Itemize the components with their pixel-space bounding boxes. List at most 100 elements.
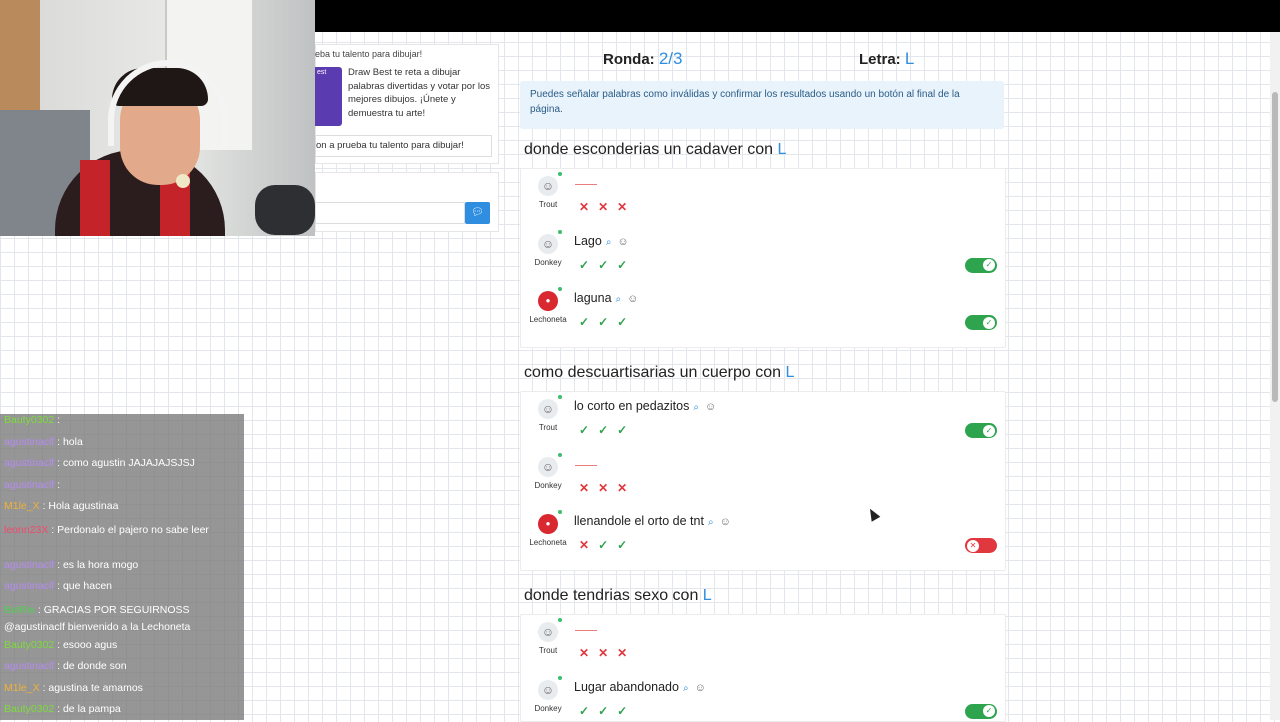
empty-answer <box>575 184 597 185</box>
chat-message: leonn23X : Perdonalo el pajero no sabe l… <box>4 522 240 539</box>
check-icon: ✓ <box>983 259 995 271</box>
smile-icon[interactable]: ☺ <box>617 236 628 248</box>
x-icon: ✕ <box>617 200 637 214</box>
question-letter: L <box>773 141 787 158</box>
answer-row: llenandole el orto de tnt ⌕ ☺ <box>574 514 731 528</box>
chat-message: agustinaclf : que hacen <box>4 580 112 592</box>
stream-chat-log: Bauty0302 : agustinaclf : hola agustinaclf… <box>0 414 244 720</box>
validity-toggle[interactable]: ✓ <box>965 423 997 438</box>
chat-message: Bauty0302 : esooo agus <box>4 639 117 651</box>
player-info: ☺ Trout <box>526 172 570 209</box>
x-icon: ✕ <box>579 480 599 495</box>
check-icon: ✓ <box>983 316 995 329</box>
scrollbar[interactable] <box>1270 32 1280 720</box>
scrollbar-thumb[interactable] <box>1272 92 1278 402</box>
chat-username[interactable]: agustinaclf <box>4 580 54 592</box>
validity-toggle[interactable]: ✓ <box>965 257 997 273</box>
online-indicator <box>558 395 562 399</box>
chat-message: M1le_X : Hola agustinaa <box>4 500 118 512</box>
search-icon[interactable]: ⌕ <box>693 402 699 413</box>
chat-username[interactable]: agustinaclf <box>4 457 54 469</box>
chat-username[interactable]: M1le_X <box>4 500 40 512</box>
smile-icon[interactable]: ☺ <box>705 401 716 413</box>
chat-username[interactable]: BotRix <box>4 604 35 616</box>
online-indicator <box>558 675 562 680</box>
check-icon: ✓ <box>983 424 995 437</box>
check-icon: ✓ <box>579 423 599 437</box>
chat-message-text: : como agustin JAJAJAJSJSJ <box>54 457 195 469</box>
vote-marks: ✓✓✓ <box>579 315 636 329</box>
x-icon: ✕ <box>617 480 637 495</box>
send-button[interactable]: 💬︎ <box>465 202 490 224</box>
x-icon: ✕ <box>598 200 618 214</box>
chat-username[interactable]: Bauty0302 <box>4 639 54 651</box>
headphones-icon <box>255 185 315 235</box>
chat-message-text: : <box>54 478 61 491</box>
chat-username[interactable]: agustinaclf <box>4 436 54 448</box>
online-indicator <box>558 287 562 291</box>
smile-icon[interactable]: ☺ <box>627 293 638 305</box>
round-indicator: Ronda: 2/3 <box>603 49 682 69</box>
online-indicator <box>558 510 562 514</box>
empty-answer <box>575 464 597 466</box>
x-icon: ✕ <box>617 646 637 660</box>
chat-username[interactable]: Bauty0302 <box>4 703 54 715</box>
validity-toggle[interactable]: ✓ <box>965 703 997 719</box>
chat-message-text: : Perdonalo el pajero no sabe leer <box>48 523 209 536</box>
player-info: ☺ Trout <box>526 395 570 432</box>
promo-button[interactable]: on a prueba tu talento para dibujar! <box>315 135 492 157</box>
answer-text: llenandole el orto de tnt <box>574 514 704 528</box>
chat-username[interactable]: agustinaclf <box>4 479 54 491</box>
promo-image-label: est <box>317 69 327 76</box>
online-indicator <box>558 618 562 622</box>
smile-icon[interactable]: ☺ <box>720 516 731 528</box>
chat-message: agustinaclf : de donde son <box>4 660 127 672</box>
user-icon: ● <box>538 287 562 311</box>
chat-message-text: : agustina te amamos <box>39 681 143 694</box>
chat-username[interactable]: M1le_X <box>4 682 40 694</box>
chat-message-text: : esooo agus <box>54 638 118 651</box>
question-letter: L <box>781 364 795 381</box>
promo-image[interactable]: est <box>315 67 342 126</box>
online-indicator <box>558 172 562 176</box>
answer-text: laguna <box>574 291 612 305</box>
send-icon: 💬︎ <box>471 207 484 218</box>
letter-value: L <box>904 49 915 68</box>
chat-username[interactable]: leonn23X <box>4 524 48 536</box>
validity-toggle[interactable]: ✕ <box>965 538 997 553</box>
validity-toggle[interactable]: ✓ <box>965 315 997 330</box>
answer-row: laguna ⌕ ☺ <box>574 291 638 305</box>
chat-message: BotRix : GRACIAS POR SEGUIRNOSS @agustin… <box>4 602 240 636</box>
chat-username[interactable]: Bauty0302 <box>4 414 54 426</box>
chat-username[interactable]: agustinaclf <box>4 660 54 672</box>
check-icon: ✓ <box>983 705 995 717</box>
answer-row: lo corto en pedazitos ⌕ ☺ <box>574 399 716 413</box>
user-icon: ● <box>538 510 562 534</box>
player-name: Donkey <box>534 257 562 267</box>
check-icon: ✓ <box>579 703 599 718</box>
check-icon: ✓ <box>598 538 618 552</box>
round-label: Ronda: <box>603 51 655 68</box>
search-icon[interactable]: ⌕ <box>616 294 622 305</box>
chat-message-text: : es la hora mogo <box>54 558 139 571</box>
chat-message-text: : hola <box>54 435 83 448</box>
check-icon: ✓ <box>598 257 618 272</box>
search-icon[interactable]: ⌕ <box>683 683 689 694</box>
chat-message-text: : de donde son <box>54 660 127 672</box>
chat-username[interactable]: agustinaclf <box>4 559 54 571</box>
search-icon[interactable]: ⌕ <box>606 237 612 248</box>
question-text: donde esconderias un cadaver con <box>524 141 774 158</box>
player-info: ☺ Trout <box>526 618 570 655</box>
check-icon: ✓ <box>579 257 599 272</box>
answer-row: Lago ⌕ ☺ <box>574 234 629 248</box>
search-icon[interactable]: ⌕ <box>708 517 714 528</box>
chat-input[interactable] <box>315 202 465 224</box>
check-icon: ✓ <box>617 423 637 437</box>
answer-text: lo corto en pedazitos <box>574 399 690 413</box>
vote-marks: ✓✓✓ <box>579 423 636 437</box>
smile-icon[interactable]: ☺ <box>695 682 706 694</box>
user-icon: ☺ <box>538 172 562 196</box>
player-name: Lechoneta <box>529 315 567 324</box>
promo-title: eba tu talento para dibujar! <box>315 49 423 59</box>
microphone-icon <box>176 174 190 188</box>
